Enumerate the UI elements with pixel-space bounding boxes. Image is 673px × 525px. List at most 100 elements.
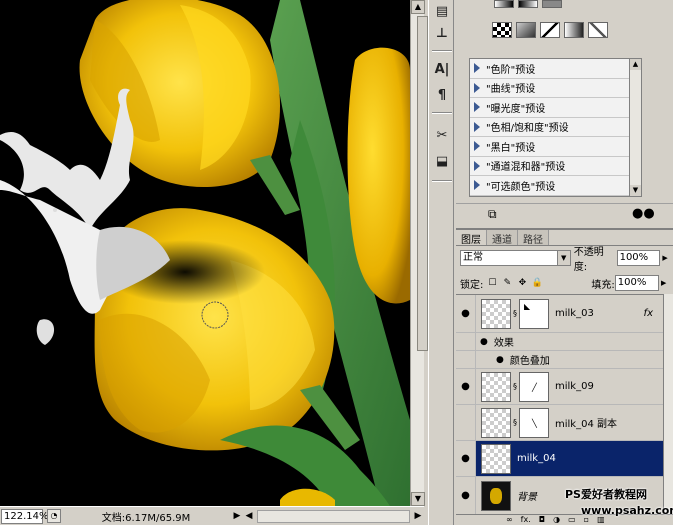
layer-name: milk_09 (555, 381, 594, 392)
visibility-eye-icon[interactable]: ● (456, 441, 476, 476)
new-adjustment-icon[interactable]: ◑ (553, 515, 560, 525)
layer-fx-icon[interactable]: fx (644, 308, 653, 319)
layer-row[interactable]: § ╲ milk_04 副本 (456, 405, 663, 441)
preset-item[interactable]: "曝光度"预设 (470, 98, 629, 118)
site-watermark: PS爱好者教程网 www.psahz.com (565, 487, 673, 517)
visibility-eye-icon[interactable]: ● (456, 369, 476, 404)
preset-item[interactable]: "色相/饱和度"预设 (470, 117, 629, 137)
blend-mode-value: 正常 (463, 252, 483, 263)
character-panel-icon[interactable]: A| (431, 58, 453, 80)
opacity-input[interactable]: 100% (616, 250, 661, 266)
lock-position-icon[interactable]: ✥ (516, 277, 528, 289)
scroll-thumb[interactable] (417, 16, 428, 351)
adjustments-footer: ⧉ ●● (456, 203, 673, 225)
clone-source-icon[interactable]: ⬓ (431, 150, 453, 172)
preset-item[interactable]: "可选颜色"预设 (470, 176, 629, 196)
opacity-slider-arrow[interactable]: ▶ (660, 250, 670, 266)
curves-icon[interactable] (518, 0, 538, 8)
scroll-up-arrow[interactable]: ▲ (411, 0, 425, 14)
preset-label: "色阶"预设 (486, 64, 536, 76)
scroll-down-arrow[interactable]: ▼ (411, 492, 425, 506)
canvas-vertical-scrollbar[interactable]: ▲ ▼ (410, 0, 428, 506)
zoom-field[interactable]: 122.14% (1, 508, 49, 524)
add-mask-icon[interactable]: ◘ (539, 515, 545, 525)
tool-presets-icon[interactable]: ✂ (431, 124, 453, 146)
visibility-eye-icon[interactable] (456, 405, 476, 440)
gradient-map-icon[interactable] (540, 22, 560, 38)
effect-eye-icon[interactable]: ● (496, 355, 504, 365)
scroll-down-arrow[interactable]: ▼ (630, 185, 641, 196)
layer-thumbnail (481, 407, 511, 438)
chevron-down-icon[interactable]: ▼ (556, 251, 570, 265)
exposure-icon[interactable] (542, 0, 562, 8)
expand-triangle-icon[interactable] (474, 121, 480, 132)
layer-mask-thumbnail[interactable]: ╲ (519, 407, 549, 438)
preset-label: "色相/饱和度"预设 (486, 123, 569, 135)
tab-channels[interactable]: 通道 (487, 230, 518, 246)
hscroll-right-arrow[interactable]: ▶ (412, 510, 424, 523)
layer-row[interactable]: ● § ╱ milk_09 (456, 369, 663, 405)
effect-item-row[interactable]: ● 颜色叠加 (456, 351, 663, 369)
blend-mode-select[interactable]: 正常 ▼ (460, 250, 571, 266)
document-canvas[interactable] (0, 0, 410, 506)
effect-eye-icon[interactable]: ● (480, 337, 488, 347)
status-menu-arrow[interactable]: ▶ (231, 510, 243, 523)
expand-triangle-icon[interactable] (474, 82, 480, 93)
expand-triangle-icon[interactable] (474, 180, 480, 191)
canvas-horizontal-scrollbar[interactable] (257, 509, 410, 523)
lock-pixels-icon[interactable]: ✎ (501, 277, 513, 289)
visibility-eye-icon[interactable] (456, 351, 476, 368)
link-chain-icon[interactable]: § (511, 382, 519, 391)
lock-all-icon[interactable]: 🔒 (531, 277, 543, 289)
threshold-icon[interactable] (516, 22, 536, 38)
invert-icon[interactable] (588, 22, 608, 38)
visibility-eye-icon[interactable] (456, 333, 476, 350)
clip-to-layer-icon[interactable]: ●● (632, 206, 655, 221)
layer-mask-thumbnail[interactable]: ◣ (519, 298, 549, 329)
stamp-icon[interactable]: ⊥ (431, 22, 453, 44)
layer-row[interactable]: ● § ◣ milk_03 fx (456, 295, 663, 333)
lock-label: 锁定: (460, 279, 484, 291)
new-group-icon[interactable]: ▭ (568, 515, 576, 525)
layer-effects-row[interactable]: ● 效果 (456, 333, 663, 351)
expand-triangle-icon[interactable] (474, 102, 480, 113)
levels-icon[interactable] (494, 0, 514, 8)
tab-layers[interactable]: 图层 (456, 230, 487, 246)
fill-slider-arrow[interactable]: ▶ (659, 275, 669, 291)
link-chain-icon[interactable]: § (511, 418, 519, 427)
history-icon[interactable]: ▤ (431, 0, 453, 22)
paragraph-panel-icon[interactable]: ¶ (431, 84, 453, 106)
posterize-icon[interactable] (492, 22, 512, 38)
dock-separator (432, 50, 452, 52)
tab-paths[interactable]: 路径 (518, 230, 549, 246)
preset-label: "通道混和器"预设 (486, 162, 566, 174)
lock-transparent-icon[interactable]: ☐ (486, 277, 498, 289)
fill-label: 填充: (591, 279, 615, 291)
panel-dock-icons: ▤ ⊥ A| ¶ ✂ ⬓ (428, 0, 454, 525)
preset-item[interactable]: "黑白"预设 (470, 137, 629, 157)
status-info-icon[interactable]: ◔ (47, 509, 61, 523)
layer-row-selected[interactable]: ● milk_04 (456, 441, 663, 477)
preset-item[interactable]: "色阶"预设 (470, 59, 629, 79)
expand-triangle-icon[interactable] (474, 141, 480, 152)
visibility-eye-icon[interactable]: ● (456, 477, 476, 514)
selective-color-icon[interactable] (564, 22, 584, 38)
expand-triangle-icon[interactable] (474, 63, 480, 74)
fill-input[interactable]: 100% (614, 275, 659, 291)
preset-label: "曝光度"预设 (486, 103, 546, 115)
hscroll-left-arrow[interactable]: ◀ (243, 510, 255, 523)
link-layers-icon[interactable]: ∞ (506, 515, 513, 525)
layer-name: milk_03 (555, 308, 594, 319)
expand-triangle-icon[interactable] (474, 160, 480, 171)
preset-list-scrollbar[interactable]: ▲ ▼ (630, 58, 642, 197)
visibility-eye-icon[interactable]: ● (456, 295, 476, 332)
link-chain-icon[interactable]: § (511, 309, 519, 318)
layer-list-scrollbar[interactable] (663, 294, 673, 514)
add-style-icon[interactable]: fx. (521, 515, 531, 525)
return-to-list-icon[interactable]: ⧉ (488, 207, 497, 222)
preset-item[interactable]: "通道混和器"预设 (470, 156, 629, 176)
preset-label: "黑白"预设 (486, 142, 536, 154)
layer-mask-thumbnail[interactable]: ╱ (519, 371, 549, 402)
preset-item[interactable]: "曲线"预设 (470, 78, 629, 98)
scroll-up-arrow[interactable]: ▲ (630, 59, 641, 70)
